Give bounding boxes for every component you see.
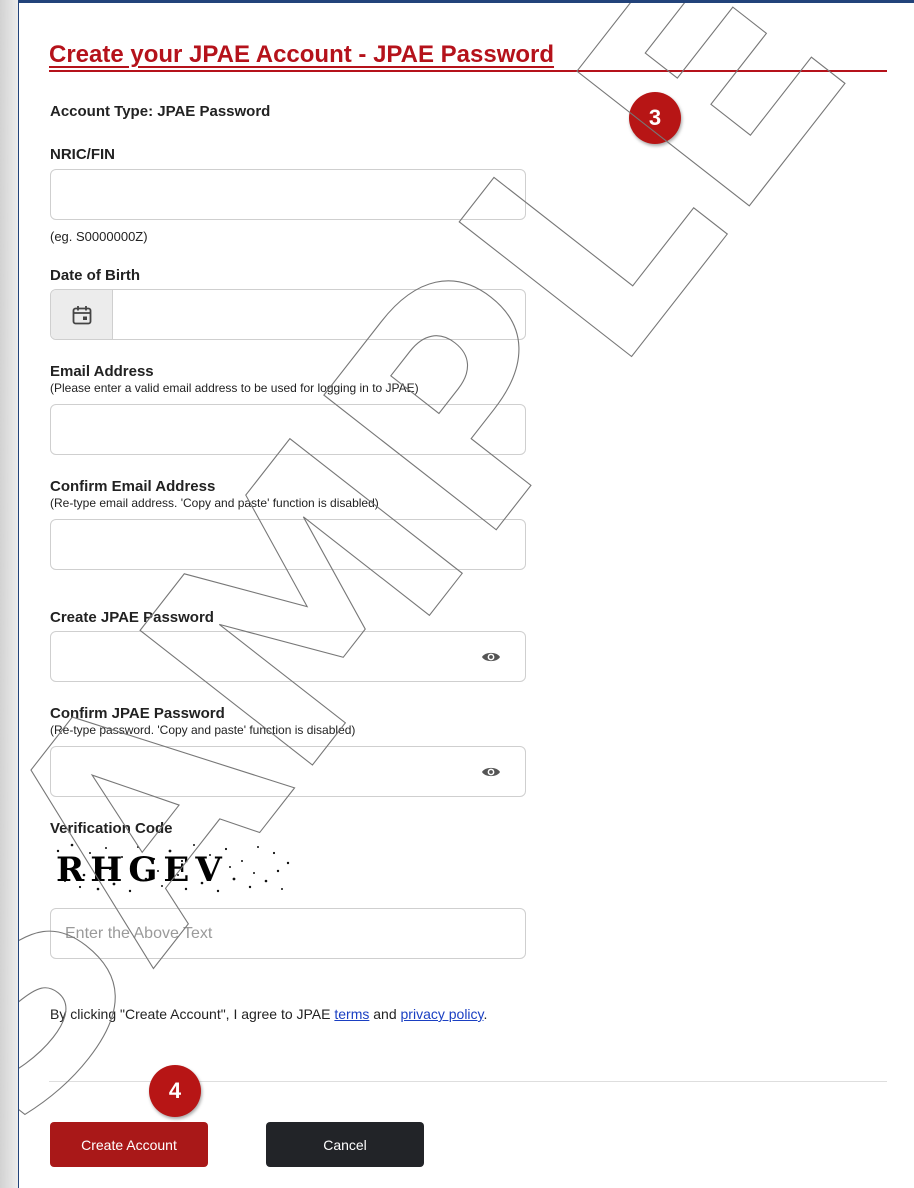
agreement-middle: and <box>369 1006 401 1022</box>
nric-input[interactable] <box>51 170 525 219</box>
verification-input[interactable] <box>51 909 525 958</box>
confirm-password-input[interactable] <box>51 747 525 796</box>
email-field[interactable] <box>50 404 526 455</box>
confirm-email-input[interactable] <box>51 520 525 569</box>
nric-field[interactable] <box>50 169 526 220</box>
email-input[interactable] <box>51 405 525 454</box>
dob-input[interactable] <box>51 290 525 339</box>
verification-label: Verification Code <box>50 820 173 837</box>
captcha-text: RHGEV <box>56 850 228 890</box>
confirm-email-field[interactable] <box>50 519 526 570</box>
nric-label: NRIC/FIN <box>50 146 115 163</box>
agreement-suffix: . <box>483 1006 488 1022</box>
calendar-icon <box>72 305 91 324</box>
step-badge-4: 4 <box>149 1065 201 1117</box>
privacy-policy-link[interactable]: privacy policy <box>401 1006 484 1022</box>
confirm-password-label: Confirm JPAE Password <box>50 705 225 722</box>
eye-icon[interactable] <box>481 764 501 780</box>
page-title: Create your JPAE Account - JPAE Password <box>49 41 887 72</box>
email-hint: (Please enter a valid email address to b… <box>50 381 419 395</box>
confirm-email-label: Confirm Email Address <box>50 478 216 495</box>
confirm-password-hint: (Re-type password. 'Copy and paste' func… <box>50 723 356 737</box>
calendar-button[interactable] <box>51 290 113 339</box>
eye-icon[interactable] <box>481 649 501 665</box>
dob-label: Date of Birth <box>50 267 140 284</box>
confirm-email-hint: (Re-type email address. 'Copy and paste'… <box>50 496 379 510</box>
dob-field[interactable] <box>50 289 526 340</box>
email-label: Email Address <box>50 363 154 380</box>
agreement-prefix: By clicking "Create Account", I agree to… <box>50 1006 335 1022</box>
terms-link[interactable]: terms <box>334 1006 369 1022</box>
account-type-label: Account Type: JPAE Password <box>50 103 271 120</box>
cancel-button[interactable]: Cancel <box>266 1122 424 1167</box>
registration-page: Create your JPAE Account - JPAE Password… <box>18 0 914 1188</box>
confirm-password-field[interactable] <box>50 746 526 797</box>
agreement-text: By clicking "Create Account", I agree to… <box>50 1006 487 1022</box>
nric-example: (eg. S0000000Z) <box>50 229 148 244</box>
step-badge-3: 3 <box>629 92 681 144</box>
password-input[interactable] <box>51 632 525 681</box>
captcha-image: RHGEV <box>56 843 290 893</box>
password-field[interactable] <box>50 631 526 682</box>
create-account-button[interactable]: Create Account <box>50 1122 208 1167</box>
verification-field[interactable] <box>50 908 526 959</box>
password-label: Create JPAE Password <box>50 609 214 626</box>
